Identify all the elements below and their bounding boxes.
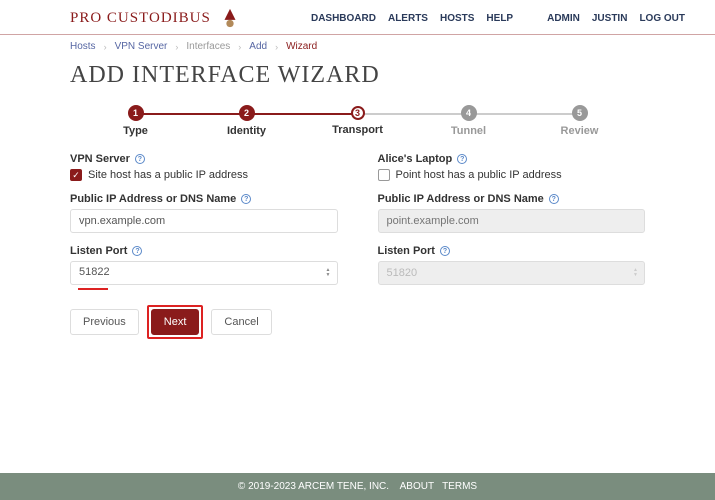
page-title: ADD INTERFACE WIZARD bbox=[70, 62, 645, 89]
footer-copyright: © 2019-2023 ARCEM TENE, INC. bbox=[238, 481, 389, 492]
step-label-4: Tunnel bbox=[413, 125, 524, 137]
footer-terms[interactable]: TERMS bbox=[442, 481, 477, 492]
breadcrumb: Hosts› VPN Server› Interfaces› Add› Wiza… bbox=[70, 41, 645, 52]
left-pubip-checkbox[interactable]: ✓ bbox=[70, 169, 82, 181]
help-icon[interactable]: ? bbox=[135, 154, 145, 164]
crumb-add[interactable]: Add bbox=[249, 41, 267, 52]
step-type: 1 Type bbox=[80, 105, 191, 137]
header-rule bbox=[0, 34, 715, 35]
crumb-interfaces: Interfaces bbox=[186, 41, 230, 52]
nav-dashboard[interactable]: DASHBOARD bbox=[311, 13, 376, 24]
right-pubip-checkbox[interactable] bbox=[378, 169, 390, 181]
spinner-icon: ▲▼ bbox=[633, 268, 641, 278]
left-host-text: VPN Server bbox=[70, 153, 130, 165]
form-area: VPN Server ? ✓ Site host has a public IP… bbox=[70, 153, 645, 339]
crumb-wizard: Wizard bbox=[286, 41, 317, 52]
right-pubip-label: Point host has a public IP address bbox=[396, 169, 562, 181]
brand-text: PRO CUSTODIBUS bbox=[70, 10, 211, 27]
step-label-1: Type bbox=[80, 125, 191, 137]
help-icon[interactable]: ? bbox=[241, 194, 251, 204]
right-column: Alice's Laptop ? Point host has a public… bbox=[378, 153, 646, 339]
step-dot-2: 2 bbox=[239, 105, 255, 121]
left-port-text: Listen Port bbox=[70, 245, 127, 257]
nav-logout[interactable]: LOG OUT bbox=[639, 13, 685, 24]
step-label-3: Transport bbox=[302, 124, 413, 136]
button-row: Previous Next Cancel bbox=[70, 305, 338, 339]
step-identity: 2 Identity bbox=[191, 105, 302, 137]
nav-help[interactable]: HELP bbox=[486, 13, 513, 24]
left-ip-text: Public IP Address or DNS Name bbox=[70, 193, 236, 205]
left-pubip-row: ✓ Site host has a public IP address bbox=[70, 169, 338, 181]
previous-button[interactable]: Previous bbox=[70, 309, 139, 335]
left-column: VPN Server ? ✓ Site host has a public IP… bbox=[70, 153, 338, 339]
step-label-2: Identity bbox=[191, 125, 302, 137]
footer-about[interactable]: ABOUT bbox=[400, 481, 434, 492]
brand: PRO CUSTODIBUS bbox=[70, 7, 241, 29]
right-port-input bbox=[378, 261, 646, 285]
right-host-text: Alice's Laptop bbox=[378, 153, 453, 165]
right-pubip-row: Point host has a public IP address bbox=[378, 169, 646, 181]
step-label-5: Review bbox=[524, 125, 635, 137]
help-icon[interactable]: ? bbox=[549, 194, 559, 204]
brand-logo-icon bbox=[219, 7, 241, 29]
nav-admin[interactable]: ADMIN bbox=[547, 13, 580, 24]
step-dot-3: 3 bbox=[351, 106, 365, 120]
right-port-wrapper: ▲▼ bbox=[378, 261, 646, 285]
topnav: DASHBOARD ALERTS HOSTS HELP ADMIN JUSTIN… bbox=[311, 13, 685, 24]
cancel-button[interactable]: Cancel bbox=[211, 309, 271, 335]
spinner-icon[interactable]: ▲▼ bbox=[326, 268, 334, 278]
right-ip-text: Public IP Address or DNS Name bbox=[378, 193, 544, 205]
right-ip-input bbox=[378, 209, 646, 233]
left-ip-input[interactable] bbox=[70, 209, 338, 233]
left-ip-label: Public IP Address or DNS Name ? bbox=[70, 193, 338, 205]
main-container: Hosts› VPN Server› Interfaces› Add› Wiza… bbox=[0, 35, 715, 339]
help-icon[interactable]: ? bbox=[457, 154, 467, 164]
step-tunnel: 4 Tunnel bbox=[413, 105, 524, 137]
crumb-hosts[interactable]: Hosts bbox=[70, 41, 96, 52]
next-highlight: Next bbox=[147, 305, 204, 339]
footer: © 2019-2023 ARCEM TENE, INC. ABOUT TERMS bbox=[0, 473, 715, 500]
right-ip-label: Public IP Address or DNS Name ? bbox=[378, 193, 646, 205]
left-port-label: Listen Port ? bbox=[70, 245, 338, 257]
left-pubip-label: Site host has a public IP address bbox=[88, 169, 248, 181]
nav-alerts[interactable]: ALERTS bbox=[388, 13, 428, 24]
next-button[interactable]: Next bbox=[151, 309, 200, 335]
help-icon[interactable]: ? bbox=[440, 246, 450, 256]
nav-hosts[interactable]: HOSTS bbox=[440, 13, 474, 24]
help-icon[interactable]: ? bbox=[132, 246, 142, 256]
right-port-text: Listen Port bbox=[378, 245, 435, 257]
crumb-vpn[interactable]: VPN Server bbox=[115, 41, 168, 52]
nav-user[interactable]: JUSTIN bbox=[592, 13, 628, 24]
stepper: 1 Type 2 Identity 3 Transport 4 Tunnel 5… bbox=[80, 105, 635, 137]
step-dot-4: 4 bbox=[461, 105, 477, 121]
step-review: 5 Review bbox=[524, 105, 635, 137]
step-transport: 3 Transport bbox=[302, 105, 413, 136]
step-dot-1: 1 bbox=[128, 105, 144, 121]
right-port-label: Listen Port ? bbox=[378, 245, 646, 257]
right-host-label: Alice's Laptop ? bbox=[378, 153, 646, 165]
left-host-label: VPN Server ? bbox=[70, 153, 338, 165]
topbar: PRO CUSTODIBUS DASHBOARD ALERTS HOSTS HE… bbox=[0, 0, 715, 34]
step-dot-5: 5 bbox=[572, 105, 588, 121]
